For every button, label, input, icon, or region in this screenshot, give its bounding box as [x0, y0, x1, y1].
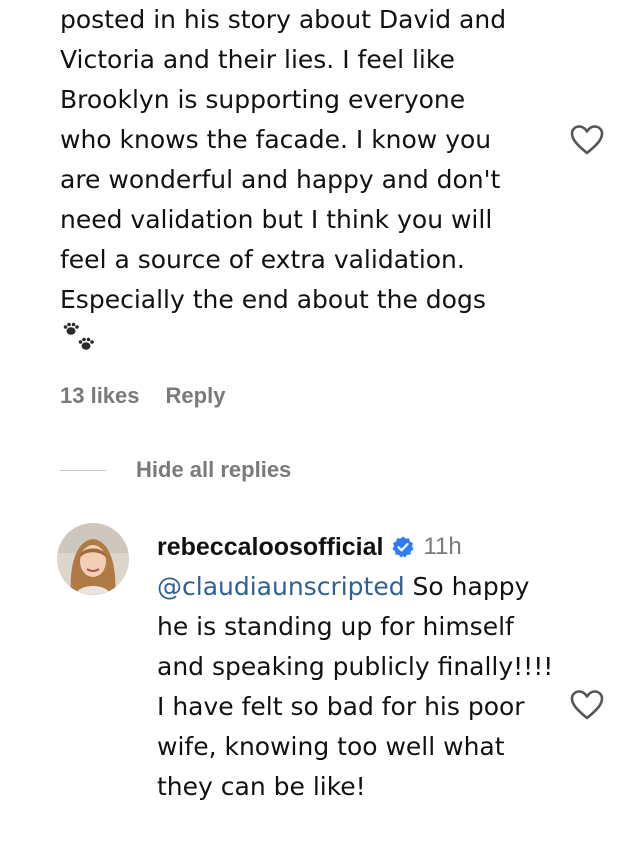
- reply-message: So happy he is standing up for himself a…: [157, 572, 554, 801]
- verified-badge-icon: [392, 536, 414, 558]
- like-heart-icon[interactable]: [570, 124, 604, 156]
- divider-line: [60, 469, 106, 471]
- hide-replies-row[interactable]: Hide all replies: [60, 455, 291, 485]
- paw-prints-icon: [63, 322, 94, 350]
- reply-username[interactable]: rebeccaloosofficial: [157, 533, 383, 562]
- reply-text: @claudiaunscripted So happy he is standi…: [157, 567, 557, 807]
- reply-timestamp: 11h: [423, 533, 462, 560]
- avatar-photo: [57, 523, 129, 595]
- likes-count[interactable]: 13 likes: [60, 381, 140, 411]
- reply-button[interactable]: Reply: [166, 381, 226, 411]
- reply-header: rebeccaloosofficial 11h: [157, 527, 557, 567]
- hide-replies-button[interactable]: Hide all replies: [136, 455, 291, 485]
- avatar[interactable]: [57, 523, 129, 595]
- reply-like-heart-icon[interactable]: [570, 689, 604, 721]
- reply-comment: rebeccaloosofficial 11h @claudiaunscript…: [157, 527, 557, 807]
- mention-link[interactable]: @claudiaunscripted: [157, 572, 405, 601]
- comment-meta: 13 likes Reply: [60, 381, 225, 411]
- comment-text: posted in his story about David and Vict…: [60, 5, 507, 314]
